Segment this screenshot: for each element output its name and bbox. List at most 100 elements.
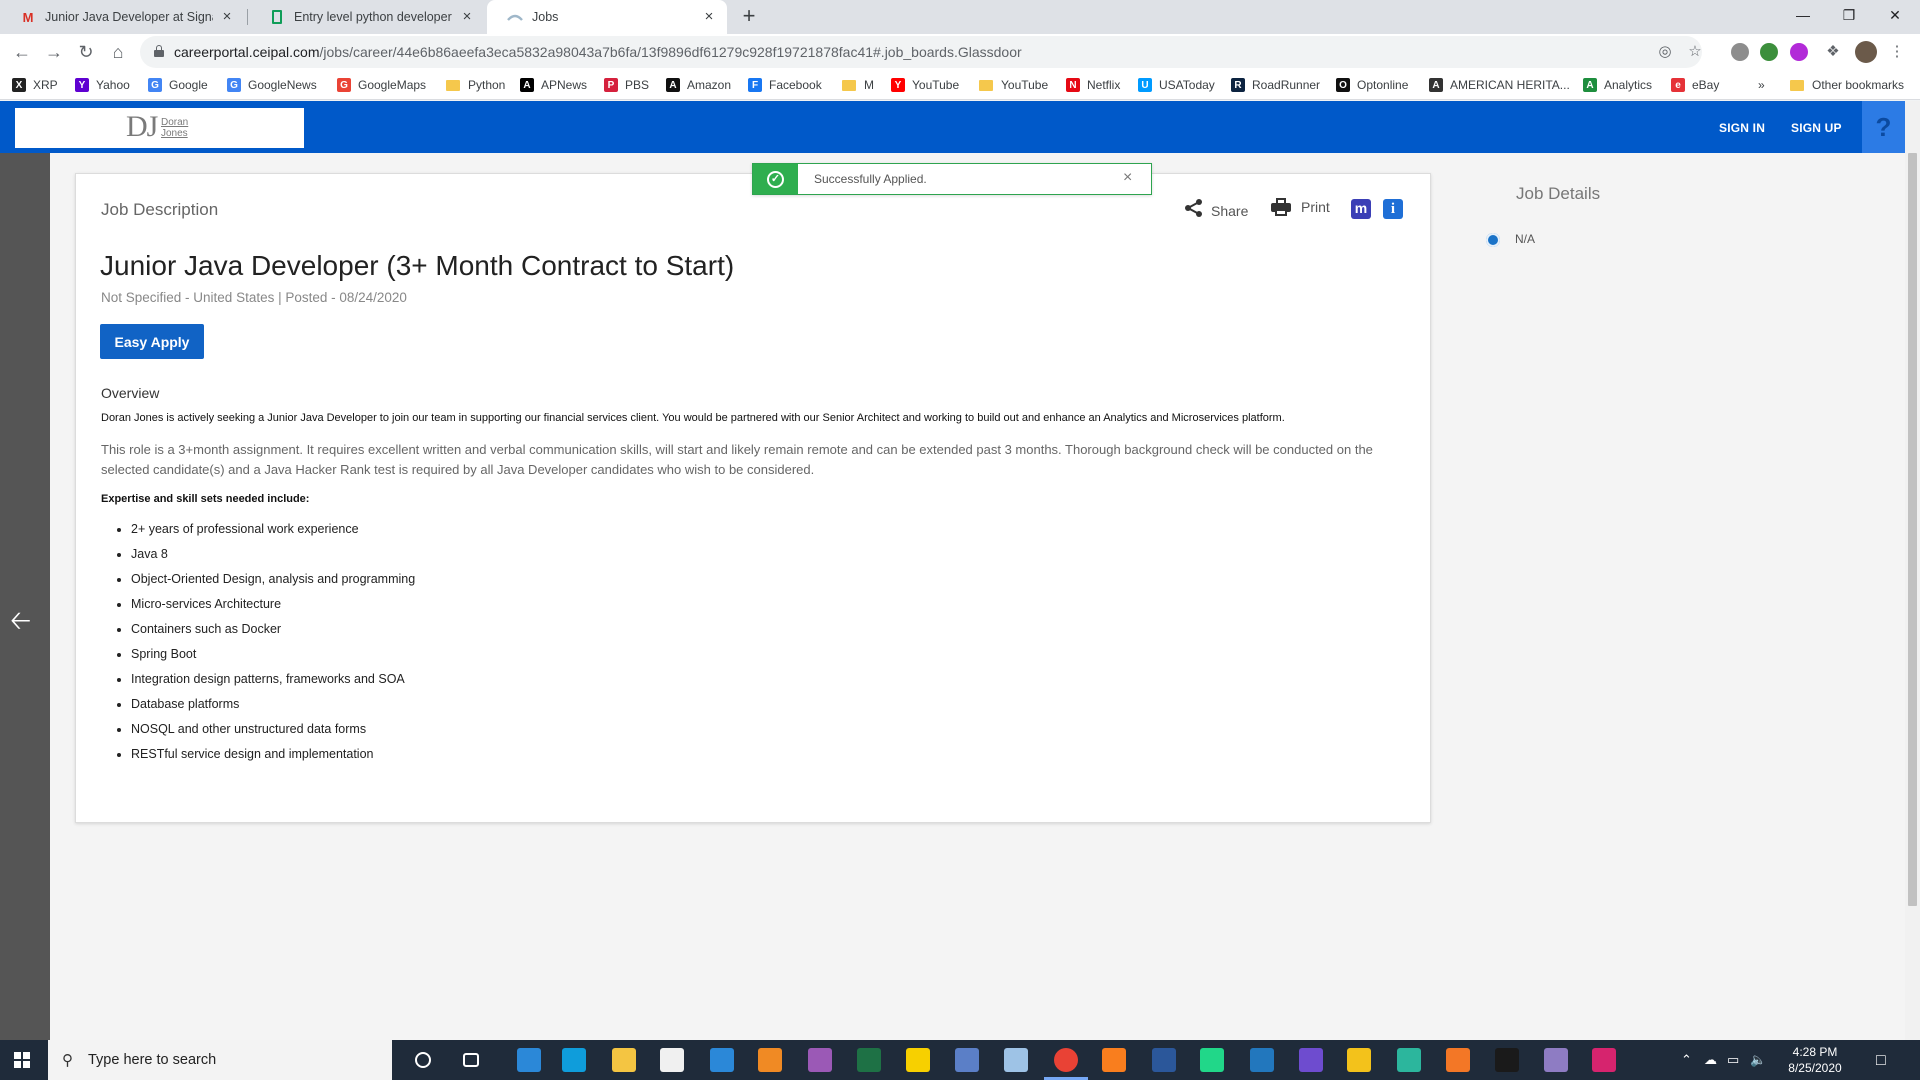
cortana-icon[interactable] [415,1052,431,1068]
edge-icon[interactable] [562,1048,586,1072]
bookmark-label: eBay [1692,78,1720,92]
roadrunner-icon: R [1231,78,1245,92]
bookmark-1[interactable]: X XRP [12,76,58,94]
bookmark-12[interactable]: Y YouTube [891,76,959,94]
vscode-icon[interactable] [1250,1048,1274,1072]
easy-apply-button[interactable]: Easy Apply [100,324,204,359]
kebab-menu-icon[interactable]: ⋮ [1887,42,1907,62]
sign-in-link[interactable]: SIGN IN [1719,121,1765,135]
notifications-icon[interactable]: □ [1876,1052,1886,1070]
bookmark-15[interactable]: U USAToday [1138,76,1215,94]
bookmark-18[interactable]: A AMERICAN HERITA... [1429,76,1570,94]
netflix-icon: N [1066,78,1080,92]
terminal-icon[interactable] [1495,1048,1519,1072]
home-icon[interactable]: ⌂ [106,40,130,64]
network-icon[interactable]: ▭ [1727,1052,1739,1068]
restore-icon[interactable]: ❐ [1826,0,1872,30]
scrollbar-thumb[interactable] [1908,153,1917,906]
bookmark-7[interactable]: A APNews [520,76,587,94]
file-explorer-icon[interactable] [612,1048,636,1072]
address-bar[interactable]: careerportal.ceipal.com/jobs/career/44e6… [140,36,1702,68]
puzzle-icon[interactable]: ❖ [1823,42,1843,62]
avatar[interactable] [1855,41,1877,63]
taskbar-search-box[interactable]: ⚲ Type here to search [48,1040,392,1080]
m-badge-icon[interactable]: m [1351,199,1371,219]
facebook-icon: F [748,78,762,92]
eye-off-icon[interactable]: ◎ [1655,42,1675,62]
sign-up-link[interactable]: SIGN UP [1791,121,1842,135]
bookmark-3[interactable]: G Google [148,76,208,94]
bookmarks-overflow-icon[interactable]: » [1758,76,1765,94]
scrollbar[interactable] [1905,101,1920,1040]
file-explorer-extra-icon[interactable] [517,1048,541,1072]
info-icon[interactable]: i [1383,199,1403,219]
taskbar-clock[interactable]: 4:28 PM 8/25/2020 [1780,1044,1850,1076]
bookmark-5[interactable]: G GoogleMaps [337,76,426,94]
pycharm-icon[interactable] [1200,1048,1224,1072]
star-icon[interactable]: ☆ [1685,42,1705,62]
bookmark-14[interactable]: N Netflix [1066,76,1120,94]
word-icon[interactable] [1152,1048,1176,1072]
task-view-icon[interactable] [463,1053,479,1067]
company-logo[interactable]: DJ Doran Jones [15,108,304,148]
bookmark-4[interactable]: G GoogleNews [227,76,317,94]
help-icon[interactable]: ? [1862,101,1905,153]
reload-icon[interactable]: ↻ [74,40,98,64]
windows-start-icon[interactable] [14,1052,30,1068]
other-bookmarks-label: Other bookmarks [1812,78,1905,92]
excel-icon[interactable] [857,1048,881,1072]
sublime-icon[interactable] [1102,1048,1126,1072]
close-icon[interactable]: × [1123,169,1132,187]
pipe-icon[interactable] [1544,1048,1568,1072]
bookmark-11[interactable]: M [842,76,874,94]
list-item: Micro-services Architecture [131,594,415,619]
bookmark-6[interactable]: Python [446,76,505,94]
bookmark-13[interactable]: YouTube [979,76,1048,94]
photos-icon[interactable] [955,1048,979,1072]
analytics-icon: A [1583,78,1597,92]
bookmark-9[interactable]: A Amazon [666,76,731,94]
sticky-notes-icon[interactable] [906,1048,930,1072]
minimize-icon[interactable]: — [1780,0,1826,30]
chrome-icon[interactable] [1054,1048,1078,1072]
close-tab-icon[interactable]: × [701,9,717,25]
bookmark-16[interactable]: R RoadRunner [1231,76,1320,94]
chevron-up-icon[interactable]: ⌃ [1681,1052,1692,1068]
volume-icon[interactable]: 🔈 [1750,1052,1766,1068]
bookmark-10[interactable]: F Facebook [748,76,822,94]
bookmark-19[interactable]: A Analytics [1583,76,1652,94]
bookmark-17[interactable]: O Optonline [1336,76,1408,94]
other-bookmarks[interactable]: Other bookmarks [1790,76,1904,94]
game-icon[interactable] [808,1048,832,1072]
cloud-icon[interactable]: ☁ [1704,1052,1717,1068]
back-arrow-icon[interactable]: 🡠 [10,602,31,646]
close-tab-icon[interactable]: × [219,9,235,25]
url-text[interactable]: careerportal.ceipal.com/jobs/career/44e6… [174,44,1022,60]
purple-extension-icon[interactable] [1790,43,1808,61]
media-player-icon[interactable] [758,1048,782,1072]
bookmark-2[interactable]: Y Yahoo [75,76,130,94]
tab-sheets[interactable]: Entry level python developer Job × [249,0,485,34]
bookmark-label: USAToday [1159,78,1215,92]
print-button[interactable]: Print [1271,198,1330,216]
share-button[interactable]: Share [1184,198,1248,224]
green-extension-icon[interactable] [1760,43,1778,61]
tab-gmail[interactable]: M Junior Java Developer at Signatu × [0,0,245,34]
bookmark-8[interactable]: P PBS [604,76,649,94]
tab-jobs[interactable]: Jobs × [487,0,727,34]
close-window-icon[interactable]: ✕ [1872,0,1918,30]
new-tab-button[interactable]: + [736,4,762,30]
bookmark-20[interactable]: e eBay [1671,76,1719,94]
paint-icon[interactable] [1004,1048,1028,1072]
mail-icon[interactable] [710,1048,734,1072]
back-icon[interactable]: ← [10,40,34,64]
forward-icon[interactable]: → [42,40,66,64]
intellij-icon[interactable] [1592,1048,1616,1072]
bug-extension-icon[interactable] [1731,43,1749,61]
store-icon[interactable] [660,1048,684,1072]
sourcetree-icon[interactable] [1347,1048,1371,1072]
close-tab-icon[interactable]: × [459,9,475,25]
jupyter-icon[interactable] [1446,1048,1470,1072]
gitkraken-icon[interactable] [1397,1048,1421,1072]
obs-icon[interactable] [1299,1048,1323,1072]
